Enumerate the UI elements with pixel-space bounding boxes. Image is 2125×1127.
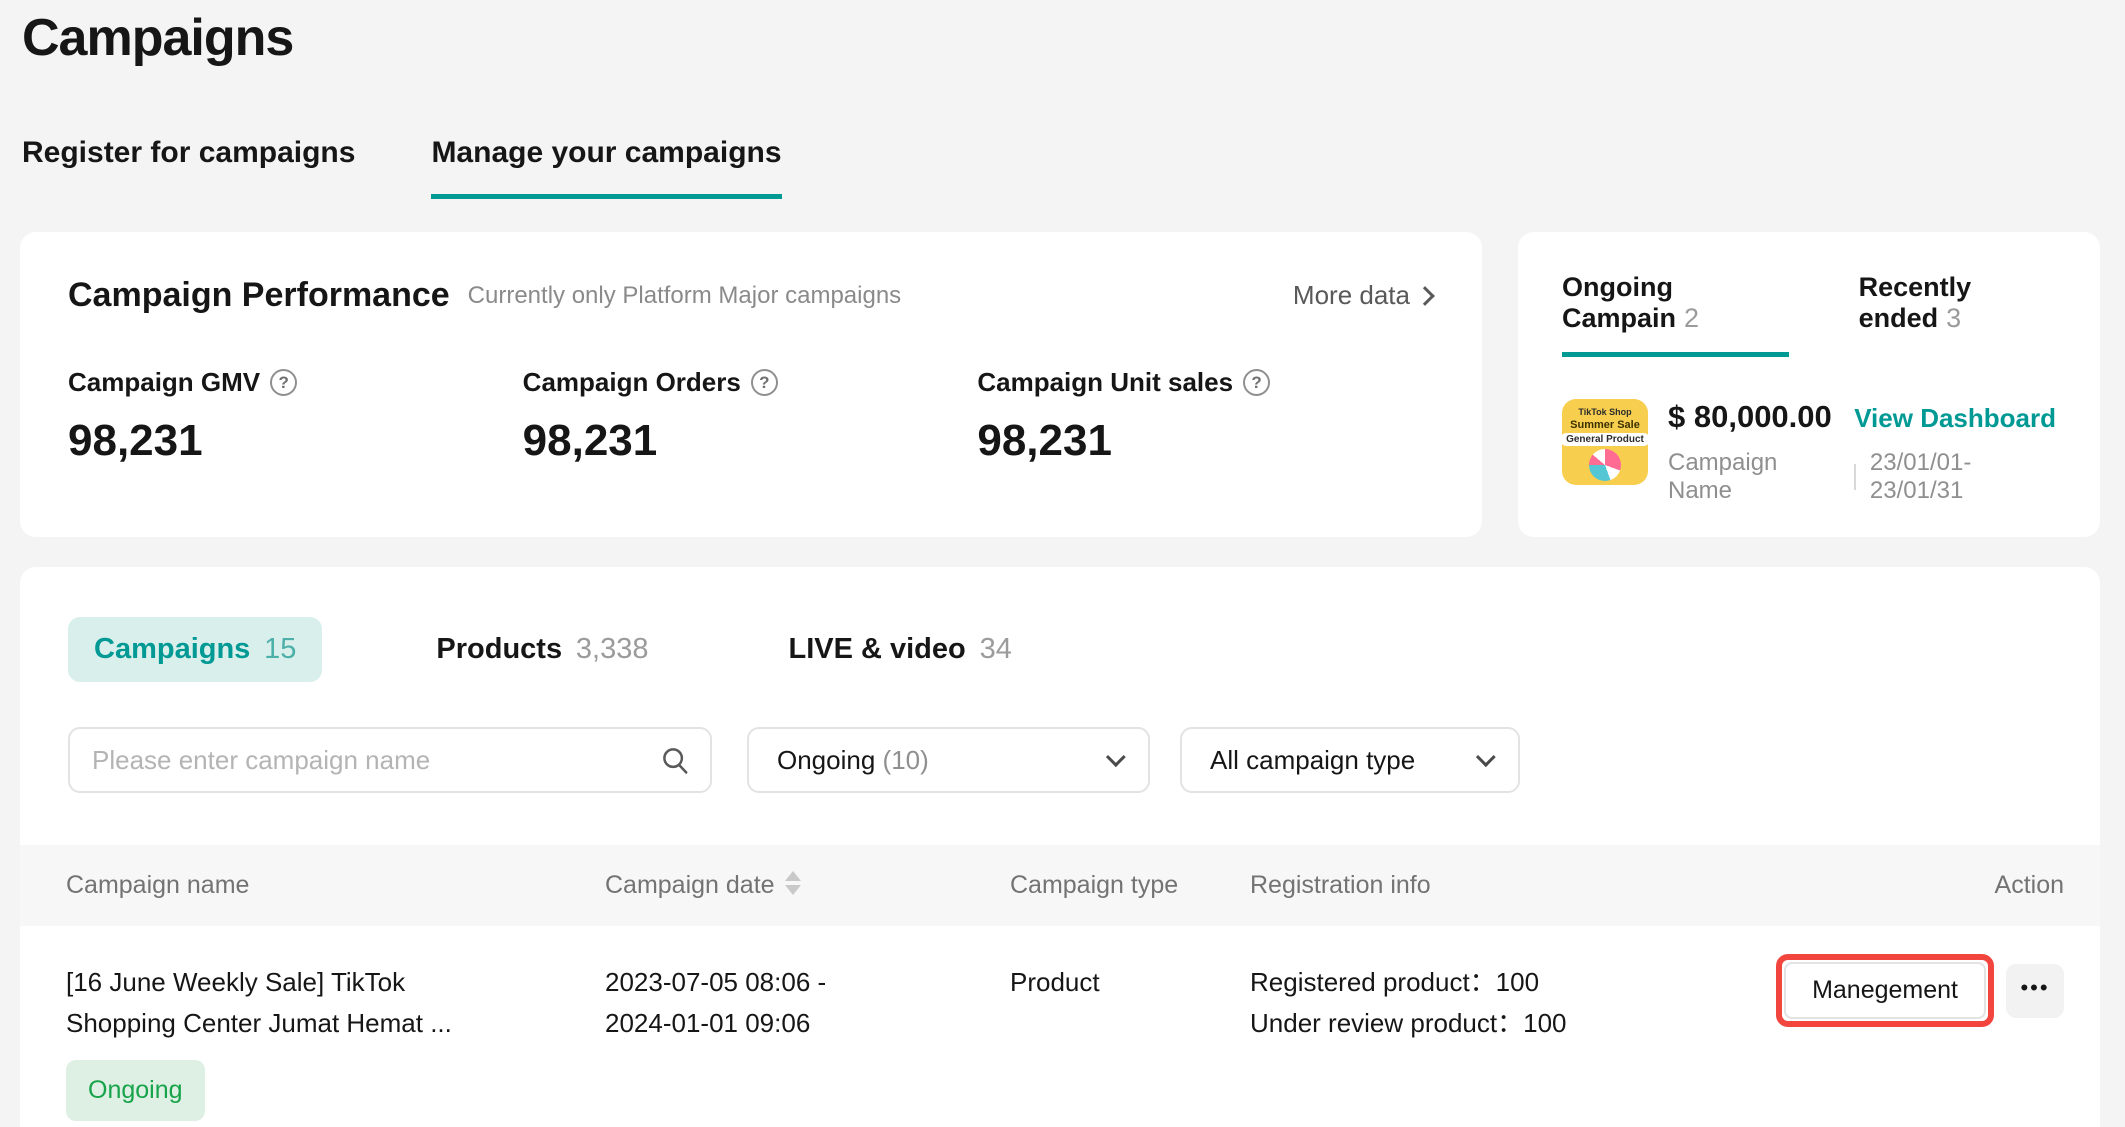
view-dashboard-link[interactable]: View Dashboard (1854, 403, 2056, 434)
metrics-row: Campaign GMV ? 98,231 Campaign Orders ? … (68, 367, 1432, 466)
campaign-name-line1: [16 June Weekly Sale] TikTok (66, 962, 452, 1003)
tab-ongoing-count: 2 (1684, 303, 1699, 333)
row-campaign-date: 2023-07-05 08:06 - 2024-01-01 09:06 (605, 962, 826, 1044)
chevron-down-icon (1106, 747, 1126, 767)
tab-manage-your-campaigns[interactable]: Manage your campaigns (431, 136, 781, 199)
ongoing-campaign-card: Ongoing Campain 2 Recently ended3 TikTok … (1518, 232, 2100, 537)
ellipsis-icon: ••• (2020, 975, 2049, 1001)
type-filter-select[interactable]: All campaign type (1180, 727, 1520, 793)
tab-products[interactable]: Products 3,338 (410, 617, 674, 682)
tiktok-shop-logo: TikTok Shop (1578, 407, 1631, 417)
management-button[interactable]: Manegement (1784, 962, 1986, 1019)
campaign-list-card: Campaigns 15 Products 3,338 LIVE & video… (20, 567, 2100, 1127)
header-campaign-name: Campaign name (66, 871, 249, 900)
header-registration-info: Registration info (1250, 871, 1431, 900)
tab-campaigns-count: 15 (264, 633, 296, 665)
registered-product-count: Registered product：100 (1250, 962, 1567, 1003)
row-registration-info: Registered product：100 Under review prod… (1250, 962, 1567, 1044)
thumb-general-product-label: General Product (1562, 433, 1648, 446)
metric-unit-sales-value: 98,231 (977, 416, 1432, 466)
row-campaign-type: Product (1010, 962, 1100, 1003)
performance-title: Campaign Performance (68, 276, 450, 315)
campaign-search-input[interactable] (92, 745, 660, 776)
campaign-date-line1: 2023-07-05 08:06 - (605, 962, 826, 1003)
performance-subtitle: Currently only Platform Major campaigns (468, 282, 1293, 310)
more-data-link[interactable]: More data (1293, 280, 1432, 311)
campaign-date-range: 23/01/01-23/01/31 (1870, 449, 2056, 505)
campaign-performance-card: Campaign Performance Currently only Plat… (20, 232, 1482, 537)
chevron-right-icon (1415, 286, 1435, 306)
sort-icon[interactable] (785, 871, 801, 895)
help-icon[interactable]: ? (270, 369, 297, 396)
header-campaign-type: Campaign type (1010, 871, 1178, 900)
tab-ended-count: 3 (1946, 303, 1961, 333)
metric-campaign-unit-sales: Campaign Unit sales ? 98,231 (977, 367, 1432, 466)
filter-bar: Ongoing (10) All campaign type (68, 727, 1520, 793)
status-filter-value: Ongoing (777, 745, 875, 775)
tab-recently-ended[interactable]: Recently ended3 (1859, 272, 2056, 357)
thumb-summer-sale-label: Summer Sale (1570, 419, 1640, 431)
tab-products-label: Products (436, 633, 562, 665)
status-filter-select[interactable]: Ongoing (10) (747, 727, 1150, 793)
tab-campaigns[interactable]: Campaigns 15 (68, 617, 322, 682)
metric-campaign-orders: Campaign Orders ? 98,231 (523, 367, 978, 466)
campaign-amount: $ 80,000.00 (1668, 399, 1832, 435)
beach-ball-icon (1589, 449, 1621, 481)
chevron-down-icon (1476, 747, 1496, 767)
tab-live-video[interactable]: LIVE & video 34 (762, 617, 1037, 682)
tab-products-count: 3,338 (576, 633, 649, 665)
tab-ongoing-label: Ongoing Campain (1562, 272, 1676, 333)
divider (1854, 464, 1856, 490)
row-campaign-name: [16 June Weekly Sale] TikTok Shopping Ce… (66, 962, 452, 1121)
more-actions-button[interactable]: ••• (2006, 964, 2064, 1018)
tab-ongoing-campain[interactable]: Ongoing Campain 2 (1562, 272, 1789, 357)
management-button-label: Manegement (1812, 976, 1958, 1004)
campaign-thumbnail: TikTok Shop Summer Sale General Product (1562, 399, 1648, 485)
tab-live-video-count: 34 (980, 633, 1012, 665)
help-icon[interactable]: ? (751, 369, 778, 396)
more-data-label: More data (1293, 280, 1410, 311)
header-campaign-date: Campaign date (605, 871, 775, 900)
table-row: [16 June Weekly Sale] TikTok Shopping Ce… (20, 926, 2100, 1127)
help-icon[interactable]: ? (1243, 369, 1270, 396)
metric-orders-value: 98,231 (523, 416, 978, 466)
header-action: Action (1995, 871, 2064, 900)
under-review-product-count: Under review product：100 (1250, 1003, 1567, 1044)
campaigns-page: Campaigns Register for campaigns Manage … (0, 0, 2125, 1127)
tab-register-for-campaigns[interactable]: Register for campaigns (22, 136, 355, 199)
list-tab-bar: Campaigns 15 Products 3,338 LIVE & video… (68, 617, 1038, 682)
row-actions: Manegement ••• (1784, 962, 2064, 1019)
search-icon[interactable] (660, 745, 690, 775)
status-badge: Ongoing (66, 1060, 205, 1121)
campaign-search-box (68, 727, 712, 793)
tab-live-video-label: LIVE & video (788, 633, 965, 665)
campaign-name-label: Campaign Name (1668, 449, 1840, 505)
main-tab-bar: Register for campaigns Manage your campa… (22, 136, 782, 199)
campaign-date-line2: 2024-01-01 09:06 (605, 1003, 826, 1044)
table-header: Campaign name Campaign date Campaign typ… (20, 845, 2100, 926)
metric-gmv-label: Campaign GMV (68, 367, 260, 398)
metric-gmv-value: 98,231 (68, 416, 523, 466)
type-filter-value: All campaign type (1210, 745, 1476, 776)
metric-orders-label: Campaign Orders (523, 367, 741, 398)
page-title: Campaigns (22, 8, 293, 68)
tab-campaigns-label: Campaigns (94, 633, 250, 665)
metric-unit-sales-label: Campaign Unit sales (977, 367, 1233, 398)
campaign-name-line2: Shopping Center Jumat Hemat ... (66, 1003, 452, 1044)
side-tab-bar: Ongoing Campain 2 Recently ended3 (1562, 272, 2056, 357)
status-filter-count: (10) (883, 745, 929, 775)
metric-campaign-gmv: Campaign GMV ? 98,231 (68, 367, 523, 466)
